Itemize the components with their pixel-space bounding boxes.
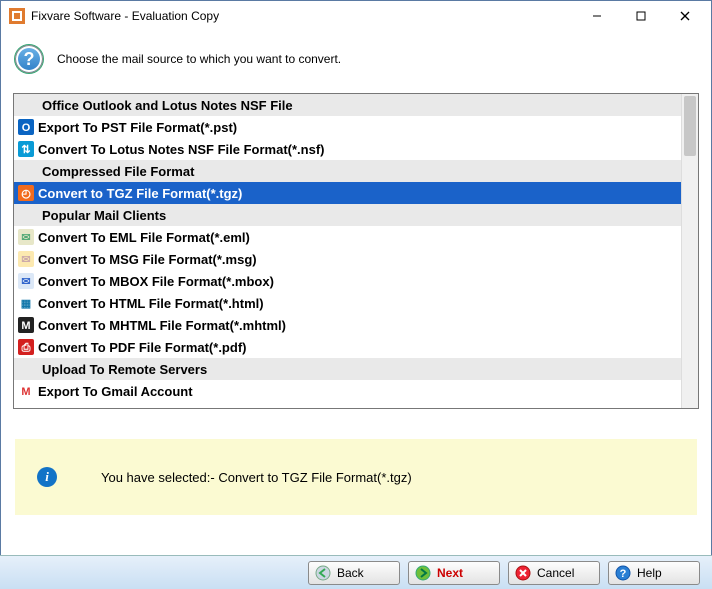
back-label: Back <box>337 566 364 580</box>
gmail-icon: M <box>18 383 34 399</box>
help-button-icon: ? <box>615 565 631 581</box>
list-item-label: Convert To HTML File Format(*.html) <box>38 296 264 311</box>
list-item-label: Export To PST File Format(*.pst) <box>38 120 237 135</box>
help-icon: ? <box>15 45 43 73</box>
svg-text:⇅: ⇅ <box>21 144 30 156</box>
list-item-label: Convert To MBOX File Format(*.mbox) <box>38 274 274 289</box>
list-item[interactable]: M Export To Gmail Account <box>14 380 698 402</box>
mbox-icon: ✉ <box>18 273 34 289</box>
svg-text:M: M <box>21 386 30 398</box>
list-group-header: Popular Mail Clients <box>14 204 698 226</box>
footer-bar: Back Next Cancel ? Help <box>0 555 712 589</box>
list-item-label: Convert To Lotus Notes NSF File Format(*… <box>38 142 325 157</box>
mhtml-icon: M <box>18 317 34 333</box>
notes-icon: ⇅ <box>18 141 34 157</box>
info-icon: i <box>37 467 57 487</box>
list-item-label: Convert To MSG File Format(*.msg) <box>38 252 257 267</box>
svg-text:M: M <box>21 320 30 332</box>
list-item-label: Convert To EML File Format(*.eml) <box>38 230 250 245</box>
list-item[interactable]: ⇅ Convert To Lotus Notes NSF File Format(… <box>14 138 698 160</box>
svg-text:⎙: ⎙ <box>21 341 31 354</box>
svg-text:✉: ✉ <box>21 276 30 288</box>
svg-text:✉: ✉ <box>21 232 30 244</box>
svg-text:?: ? <box>620 568 627 580</box>
help-label: Help <box>637 566 662 580</box>
list-group-header: Upload To Remote Servers <box>14 358 698 380</box>
list-item-label: Compressed File Format <box>42 164 194 179</box>
list-item[interactable]: M Convert To MHTML File Format(*.mhtml) <box>14 314 698 336</box>
svg-text:✉: ✉ <box>21 254 30 266</box>
eml-icon: ✉ <box>18 229 34 245</box>
list-group-header: Compressed File Format <box>14 160 698 182</box>
list-item-label: Convert To PDF File Format(*.pdf) <box>38 340 246 355</box>
pdf-icon: ⎙ <box>18 339 34 355</box>
list-item[interactable]: ✉ Convert To MBOX File Format(*.mbox) <box>14 270 698 292</box>
scrollbar-thumb[interactable] <box>684 96 696 156</box>
cancel-icon <box>515 565 531 581</box>
selection-banner: i You have selected:- Convert to TGZ Fil… <box>15 439 697 515</box>
list-item[interactable]: ⎙ Convert To PDF File Format(*.pdf) <box>14 336 698 358</box>
cancel-button[interactable]: Cancel <box>508 561 600 585</box>
svg-text:◴: ◴ <box>21 188 31 200</box>
tgz-icon: ◴ <box>18 185 34 201</box>
back-button[interactable]: Back <box>308 561 400 585</box>
list-item-label: Convert To MHTML File Format(*.mhtml) <box>38 318 286 333</box>
minimize-button[interactable] <box>575 2 619 30</box>
help-button[interactable]: ? Help <box>608 561 700 585</box>
msg-icon: ✉ <box>18 251 34 267</box>
list-item[interactable]: ✉ Convert To MSG File Format(*.msg) <box>14 248 698 270</box>
outlook-icon: O <box>18 119 34 135</box>
svg-text:O: O <box>22 122 31 134</box>
app-icon <box>9 8 25 24</box>
next-button[interactable]: Next <box>408 561 500 585</box>
format-listbox: Office Outlook and Lotus Notes NSF File O… <box>13 93 699 409</box>
titlebar: Fixvare Software - Evaluation Copy <box>1 1 711 31</box>
list-item[interactable]: O Export To PST File Format(*.pst) <box>14 116 698 138</box>
format-list[interactable]: Office Outlook and Lotus Notes NSF File O… <box>14 94 698 408</box>
cancel-label: Cancel <box>537 566 574 580</box>
list-item[interactable]: ▦ Convert To HTML File Format(*.html) <box>14 292 698 314</box>
svg-text:▦: ▦ <box>21 298 31 310</box>
list-item-label: Popular Mail Clients <box>42 208 166 223</box>
list-item-label: Convert to TGZ File Format(*.tgz) <box>38 186 242 201</box>
html-icon: ▦ <box>18 295 34 311</box>
list-group-header: Office Outlook and Lotus Notes NSF File <box>14 94 698 116</box>
list-item-label: Export To Gmail Account <box>38 384 193 399</box>
list-item-label: Upload To Remote Servers <box>42 362 207 377</box>
back-arrow-icon <box>315 565 331 581</box>
maximize-button[interactable] <box>619 2 663 30</box>
next-arrow-icon <box>415 565 431 581</box>
list-item[interactable]: ◴ Convert to TGZ File Format(*.tgz) <box>14 182 698 204</box>
instruction-header: ? Choose the mail source to which you wa… <box>1 31 711 93</box>
window-title: Fixvare Software - Evaluation Copy <box>31 9 575 23</box>
selection-message: You have selected:- Convert to TGZ File … <box>101 470 412 485</box>
instruction-text: Choose the mail source to which you want… <box>57 52 341 66</box>
next-label: Next <box>437 566 463 580</box>
list-item-label: Office Outlook and Lotus Notes NSF File <box>42 98 293 113</box>
scrollbar[interactable] <box>681 94 698 408</box>
list-item[interactable]: ✉ Convert To EML File Format(*.eml) <box>14 226 698 248</box>
close-button[interactable] <box>663 2 707 30</box>
